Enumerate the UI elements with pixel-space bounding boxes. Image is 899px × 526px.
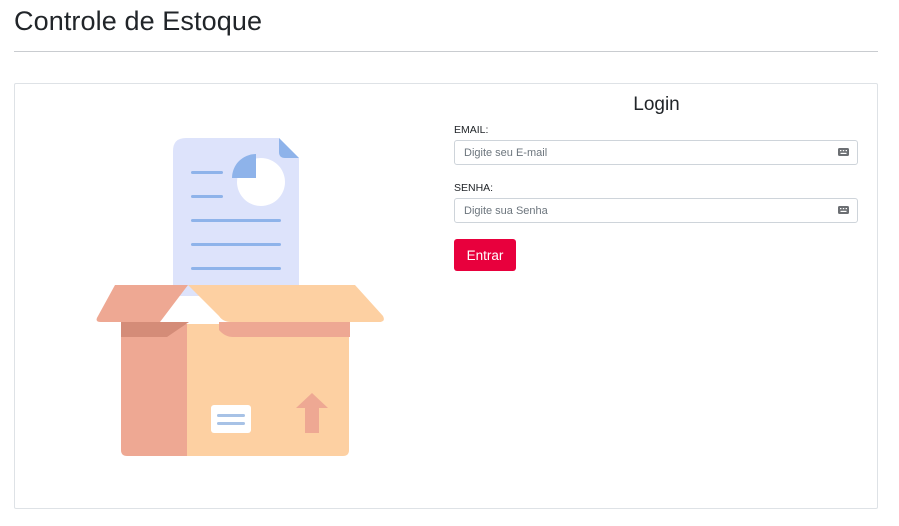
title-divider [14,51,878,52]
keyboard-icon[interactable] [838,206,849,214]
email-label: EMAIL: [454,124,489,136]
login-form: Login EMAIL: SENHA: Entrar [454,92,859,271]
page-title: Controle de Estoque [14,6,263,36]
keyboard-icon[interactable] [838,148,849,156]
senha-label: SENHA: [454,182,494,194]
login-card: Login EMAIL: SENHA: Entrar [14,83,878,509]
email-field-wrapper [454,140,858,165]
email-field[interactable] [454,140,858,165]
login-title: Login [633,94,680,115]
password-field[interactable] [454,198,858,223]
entrar-button[interactable]: Entrar [454,239,516,271]
open-box-with-document-icon [96,138,384,456]
senha-field-wrapper [454,198,858,223]
